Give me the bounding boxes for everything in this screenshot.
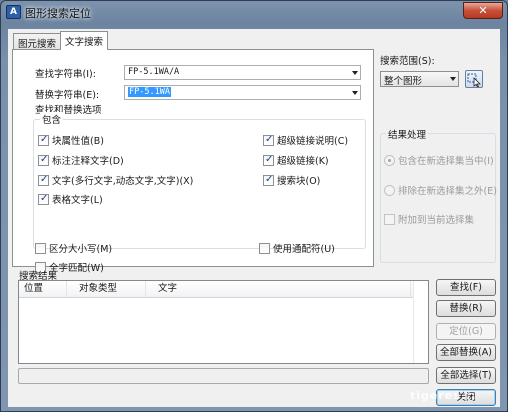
checkbox-label: 超级链接说明(C) [277,136,349,147]
text-search-page: 查找字符串(I): FP-5.1WA/A 替换字符串(E): FP-5.1WA … [12,49,374,274]
column-header-text[interactable]: 文字 [146,281,411,297]
checkbox-label: 附加到当前选择集 [398,215,475,226]
scope-combo[interactable]: 整个图形 [380,71,459,87]
column-header-position[interactable]: 位置 [19,281,67,297]
checkbox-box[interactable] [263,174,274,186]
include-new-radio[interactable]: 包含在新选择集当中(I) [384,153,494,167]
scope-label: 搜索范围(S): [380,56,435,67]
radio-dot[interactable] [384,155,395,166]
vertical-scrollbar[interactable] [413,281,428,363]
replace-all-button[interactable]: 全部替换(A) [436,344,496,361]
checkbox-box[interactable] [384,214,395,225]
wildcard-checkbox[interactable]: 使用通配符(U) [259,241,335,255]
checkbox-box[interactable] [263,154,274,166]
close-window-button[interactable]: ✕ [463,2,503,19]
match-case-checkbox[interactable]: 区分大小写(M) [35,241,112,255]
checkbox-label: 搜索块(O) [277,176,321,187]
chevron-down-icon[interactable] [352,91,358,95]
checkbox-box[interactable] [35,243,46,254]
exclude-new-radio[interactable]: 排除在新选择集之外(E) [384,183,497,197]
dialog-client: 图元搜索 文字搜索 查找字符串(I): FP-5.1WA/A 替换字符串(E):… [8,29,500,407]
radio-label: 排除在新选择集之外(E) [398,186,497,197]
replace-value: FP-5.1WA [128,87,171,97]
select-all-button[interactable]: 全部选择(T) [436,367,496,384]
checkbox-box[interactable] [259,243,270,254]
radio-dot[interactable] [384,185,395,196]
include-group: 包含 块属性值(B) 标注注释文字(D) 文字(多行文字,动态文字,文字)(X)… [33,112,366,249]
find-label: 查找字符串(I): [35,69,96,80]
hyperlink-checkbox[interactable]: 超级链接(K) [263,153,329,167]
dim-text-checkbox[interactable]: 标注注释文字(D) [38,153,124,167]
checkbox-box[interactable] [38,134,49,146]
checkbox-box[interactable] [263,134,274,146]
block-attr-checkbox[interactable]: 块属性值(B) [38,133,104,147]
checkbox-label: 表格文字(L) [52,195,103,206]
locate-button[interactable]: 定位(G) [436,323,496,340]
replace-button[interactable]: 替换(R) [436,300,496,317]
checkbox-label: 区分大小写(M) [49,244,113,255]
result-handling-group: 结果处理 包含在新选择集当中(I) 排除在新选择集之外(E) 附加到当前选择集 [380,127,497,263]
checkbox-label: 文字(多行文字,动态文字,文字)(X) [52,176,194,187]
watermark: tigeres... [410,389,477,402]
radio-label: 包含在新选择集当中(I) [398,156,494,167]
app-icon: A [6,5,21,19]
hyperlink-desc-checkbox[interactable]: 超级链接说明(C) [263,133,348,147]
status-bar [18,368,429,384]
checkbox-label: 超级链接(K) [277,156,329,167]
title-bar[interactable]: A 图形搜索定位 ✕ [1,1,507,23]
find-value: FP-5.1WA/A [128,67,180,77]
results-list[interactable]: 位置 对象类型 文字 [18,280,429,364]
append-current-checkbox[interactable]: 附加到当前选择集 [384,212,474,226]
find-combo[interactable]: FP-5.1WA/A [124,65,361,80]
text-checkbox[interactable]: 文字(多行文字,动态文字,文字)(X) [38,173,193,187]
scope-value: 整个图形 [384,76,423,87]
checkbox-box[interactable] [38,193,49,205]
chevron-down-icon[interactable] [450,77,456,81]
checkbox-box[interactable] [38,154,49,166]
window-title: 图形搜索定位 [25,7,91,20]
result-handling-title: 结果处理 [386,127,429,141]
checkbox-box[interactable] [38,174,49,186]
dialog-window: A 图形搜索定位 ✕ 图元搜索 文字搜索 查找字符串(I): FP-5.1WA/… [0,0,508,412]
table-text-checkbox[interactable]: 表格文字(L) [38,192,103,206]
search-block-checkbox[interactable]: 搜索块(O) [263,173,320,187]
checkbox-label: 使用通配符(U) [273,244,335,255]
tab-text-search[interactable]: 文字搜索 [60,31,109,50]
find-button[interactable]: 查找(F) [436,279,496,296]
results-header: 位置 对象类型 文字 [19,281,428,298]
column-header-object-type[interactable]: 对象类型 [67,281,146,297]
checkbox-label: 全字匹配(W) [49,263,104,274]
chevron-down-icon[interactable] [352,71,358,75]
replace-label: 替换字符串(E): [35,90,100,101]
select-objects-icon[interactable] [465,70,483,88]
tab-entity-search[interactable]: 图元搜索 [13,33,62,50]
include-group-title: 包含 [40,112,64,126]
replace-combo[interactable]: FP-5.1WA [124,85,361,100]
checkbox-label: 块属性值(B) [52,136,104,147]
checkbox-label: 标注注释文字(D) [52,156,124,167]
